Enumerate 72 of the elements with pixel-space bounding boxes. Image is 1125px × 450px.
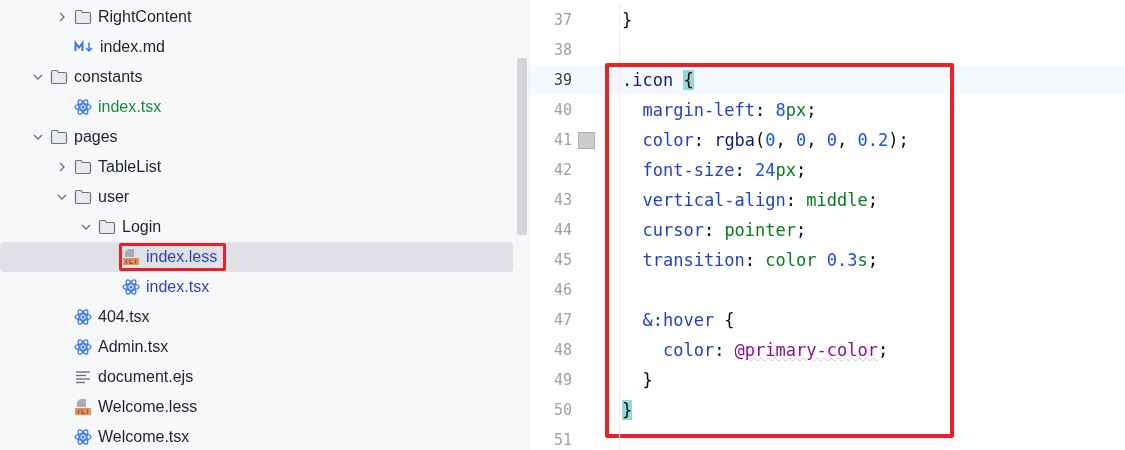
tree-row[interactable]: TableList bbox=[0, 152, 513, 182]
line-number: 41 bbox=[552, 131, 572, 149]
file-name: index.less bbox=[146, 248, 218, 266]
line-number: 38 bbox=[552, 41, 572, 59]
atom-icon bbox=[74, 308, 92, 326]
tree-row[interactable]: Admin.tsx bbox=[0, 332, 513, 362]
atom-icon bbox=[74, 98, 92, 116]
tree-row[interactable]: Welcome.tsx bbox=[0, 422, 513, 450]
less-file-icon bbox=[122, 248, 140, 266]
file-name: 404.tsx bbox=[98, 308, 150, 326]
file-name: user bbox=[98, 188, 130, 206]
tree-row[interactable]: index.tsx bbox=[0, 272, 513, 302]
atom-icon bbox=[74, 338, 92, 356]
line-number: 50 bbox=[552, 401, 572, 419]
file-name: Welcome.less bbox=[98, 398, 198, 416]
file-name: constants bbox=[74, 68, 143, 86]
tree-row[interactable]: index.less bbox=[0, 242, 513, 272]
code-line: .icon { bbox=[622, 70, 694, 90]
line-number: 43 bbox=[552, 191, 572, 209]
markdown-icon bbox=[74, 40, 94, 54]
line-number: 44 bbox=[552, 221, 572, 239]
line-number: 49 bbox=[552, 371, 572, 389]
tree-row[interactable]: user bbox=[0, 182, 513, 212]
line-number: 48 bbox=[552, 341, 572, 359]
folder-icon bbox=[74, 159, 92, 175]
line-number: 46 bbox=[552, 281, 572, 299]
line-number: 42 bbox=[552, 161, 572, 179]
line-number: 47 bbox=[552, 311, 572, 329]
line-number: 51 bbox=[552, 431, 572, 449]
folder-icon bbox=[50, 69, 68, 85]
code-line: color: @primary-color; bbox=[661, 340, 889, 360]
tree-row[interactable]: Welcome.less bbox=[0, 392, 513, 422]
tree-row[interactable]: 404.tsx bbox=[0, 302, 513, 332]
file-name: RightContent bbox=[98, 8, 192, 26]
file-name: index.tsx bbox=[146, 278, 210, 296]
file-name: Welcome.tsx bbox=[98, 428, 190, 446]
code-line: vertical-align: middle; bbox=[641, 190, 878, 210]
tree-row[interactable]: document.ejs bbox=[0, 362, 513, 392]
line-number: 45 bbox=[552, 251, 572, 269]
folder-icon bbox=[50, 129, 68, 145]
folder-icon bbox=[74, 189, 92, 205]
file-name: TableList bbox=[98, 158, 162, 176]
code-line: &:hover { bbox=[641, 310, 735, 330]
code-line: } bbox=[641, 370, 653, 390]
tree-row[interactable]: constants bbox=[0, 62, 513, 92]
atom-icon bbox=[74, 428, 92, 446]
file-name: pages bbox=[74, 128, 118, 146]
code-line: font-size: 24px; bbox=[641, 160, 807, 180]
text-file-icon bbox=[74, 369, 92, 385]
file-name: Login bbox=[122, 218, 162, 236]
atom-icon bbox=[122, 278, 140, 296]
scrollbar-thumb[interactable] bbox=[517, 58, 527, 235]
code-line: transition: color 0.3s; bbox=[641, 250, 878, 270]
file-name: document.ejs bbox=[98, 368, 194, 386]
code-line: margin-left: 8px; bbox=[641, 100, 817, 120]
file-name: Admin.tsx bbox=[98, 338, 169, 356]
file-name: index.md bbox=[100, 38, 165, 56]
line-number: 40 bbox=[552, 101, 572, 119]
tree-row[interactable]: index.tsx bbox=[0, 92, 513, 122]
folder-icon bbox=[74, 9, 92, 25]
folder-icon bbox=[98, 219, 116, 235]
code-line: cursor: pointer; bbox=[641, 220, 807, 240]
less-file-icon bbox=[74, 398, 92, 416]
tree-row[interactable]: pages bbox=[0, 122, 513, 152]
tree-row[interactable]: RightContent bbox=[0, 2, 513, 32]
tree-row[interactable]: Login bbox=[0, 212, 513, 242]
file-name: index.tsx bbox=[98, 98, 162, 116]
tree-row[interactable]: index.md bbox=[0, 32, 513, 62]
line-number: 39 bbox=[552, 71, 572, 89]
line-number: 37 bbox=[552, 11, 572, 29]
code-line: } bbox=[622, 10, 633, 30]
code-line: color: rgba(0, 0, 0, 0.2); bbox=[641, 130, 909, 150]
